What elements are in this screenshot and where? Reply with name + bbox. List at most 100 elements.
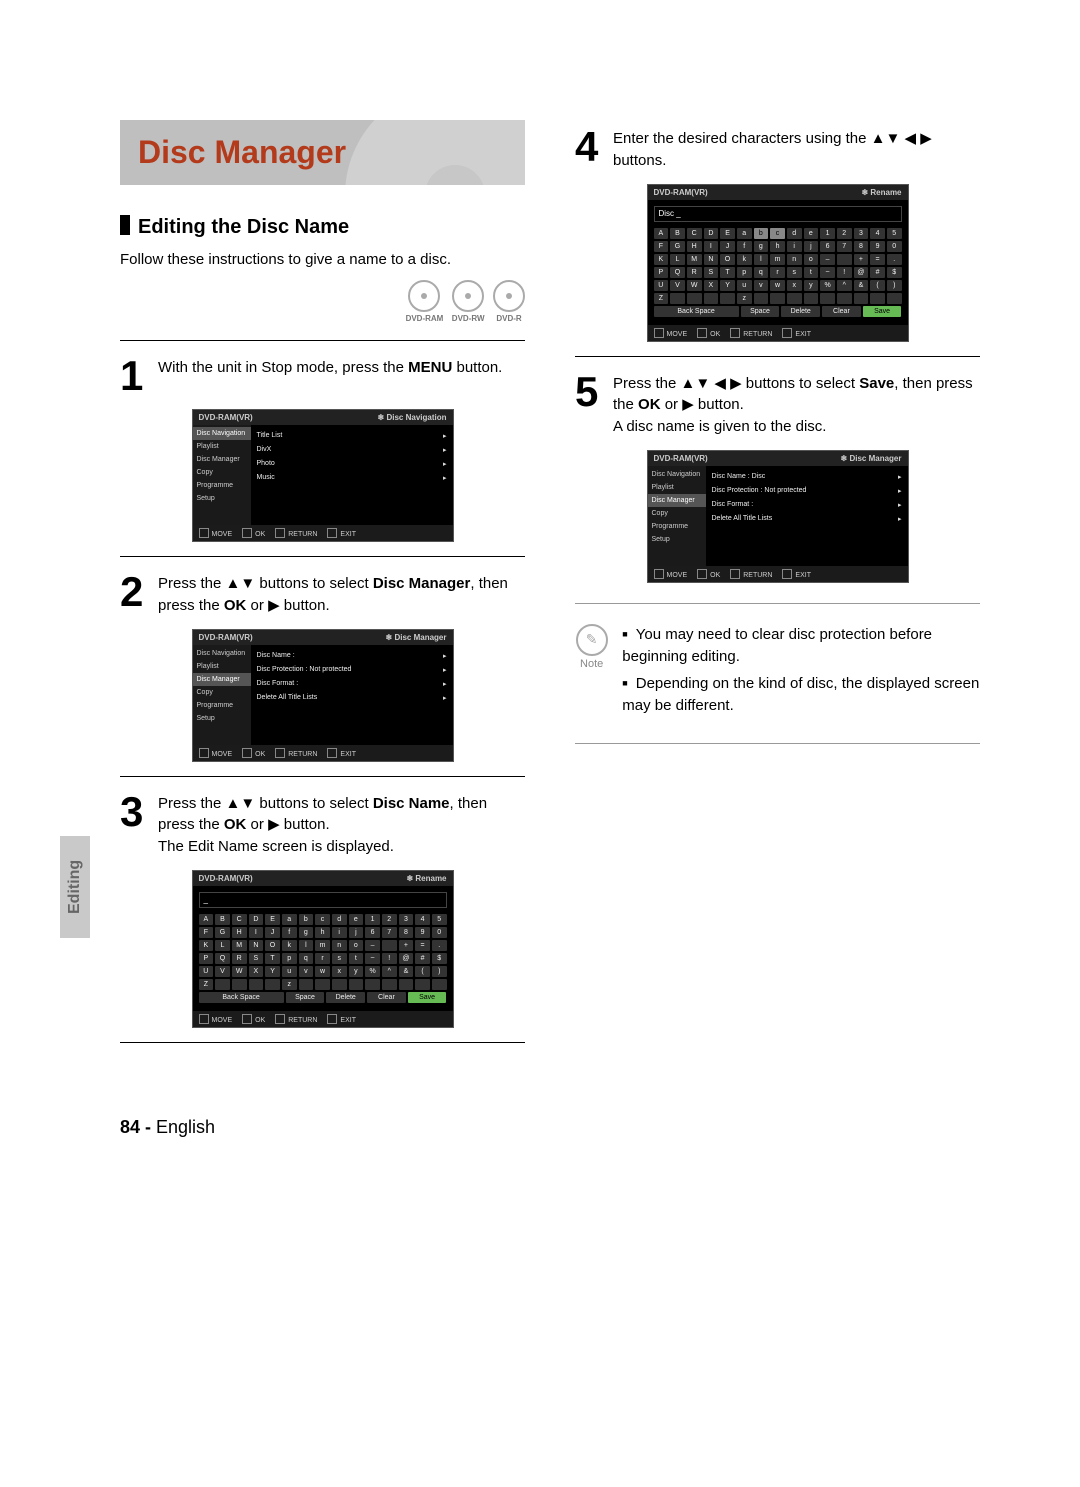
osd-key: . (432, 940, 447, 951)
step-5: 5 Press the ▲▼ ◀ ▶ buttons to select Sav… (575, 371, 980, 438)
osd-key: # (870, 267, 885, 278)
osd-side-item: Copy (193, 466, 251, 479)
osd-side-item: Disc Navigation (193, 647, 251, 660)
separator (120, 776, 525, 777)
osd-key: e (804, 228, 819, 239)
osd-key: Y (265, 966, 280, 977)
osd-key: U (199, 966, 214, 977)
osd-key: v (299, 966, 314, 977)
osd-key-backspace: Back Space (654, 306, 739, 317)
osd-key: $ (887, 267, 902, 278)
osd-key: & (399, 966, 414, 977)
osd-key (215, 979, 230, 990)
osd-key: r (315, 953, 330, 964)
osd-key: a (282, 914, 297, 925)
osd-key: 8 (854, 241, 869, 252)
osd-key: G (215, 927, 230, 938)
osd-key (670, 293, 685, 304)
step-3: 3 Press the ▲▼ buttons to select Disc Na… (120, 791, 525, 858)
badge-dvd-rw: DVD-RW (452, 280, 485, 323)
osd-key (415, 979, 430, 990)
osd-key (365, 979, 380, 990)
osd-key: o (804, 254, 819, 265)
step-number: 1 (120, 355, 150, 397)
osd-side-item: Copy (648, 507, 706, 520)
osd-key: p (282, 953, 297, 964)
osd-key: 3 (854, 228, 869, 239)
osd-key: 1 (365, 914, 380, 925)
osd-key: + (854, 254, 869, 265)
osd-key-delete: Delete (781, 306, 820, 317)
osd-key: c (770, 228, 785, 239)
osd-foot-move: MOVE (199, 528, 233, 538)
osd-key: W (687, 280, 702, 291)
osd-key: ( (870, 280, 885, 291)
osd-key: z (737, 293, 752, 304)
osd-key: G (670, 241, 685, 252)
osd-key: j (804, 241, 819, 252)
osd-key: – (820, 254, 835, 265)
osd-key: q (299, 953, 314, 964)
osd-key: Z (199, 979, 214, 990)
osd-key: w (315, 966, 330, 977)
osd-key (232, 979, 247, 990)
osd-key: U (654, 280, 669, 291)
osd-key: m (315, 940, 330, 951)
step-text: Enter the desired characters using the ▲… (613, 126, 980, 172)
osd-key: X (249, 966, 264, 977)
osd-key (399, 979, 414, 990)
osd-key: p (737, 267, 752, 278)
osd-key: H (232, 927, 247, 938)
badge-dvd-ram: DVD-RAM (406, 280, 444, 323)
osd-key: ^ (382, 966, 397, 977)
osd-key: z (282, 979, 297, 990)
osd-key: 0 (432, 927, 447, 938)
step-2: 2 Press the ▲▼ buttons to select Disc Ma… (120, 571, 525, 617)
osd-header: DVD-RAM(VR) (199, 413, 253, 422)
disc-art (345, 120, 525, 185)
osd-key: ) (432, 966, 447, 977)
osd-key: g (754, 241, 769, 252)
osd-key: A (199, 914, 214, 925)
osd-key: 7 (382, 927, 397, 938)
osd-key: R (232, 953, 247, 964)
osd-key: f (282, 927, 297, 938)
osd-header: DVD-RAM(VR) (199, 633, 253, 642)
osd-key (332, 979, 347, 990)
osd-key: ! (382, 953, 397, 964)
osd-key: 2 (382, 914, 397, 925)
osd-key: J (720, 241, 735, 252)
osd-key: N (704, 254, 719, 265)
osd-key: a (737, 228, 752, 239)
osd-key: S (704, 267, 719, 278)
osd-key: e (349, 914, 364, 925)
osd-key: F (654, 241, 669, 252)
osd-key: ! (837, 267, 852, 278)
osd-key: k (282, 940, 297, 951)
osd-key: t (349, 953, 364, 964)
osd-side-item: Playlist (648, 481, 706, 494)
osd-key: O (265, 940, 280, 951)
osd-key: I (704, 241, 719, 252)
osd-key: C (232, 914, 247, 925)
osd-key-save: Save (863, 306, 902, 317)
osd-key: s (332, 953, 347, 964)
osd-key: = (415, 940, 430, 951)
osd-key (754, 293, 769, 304)
osd-key: n (787, 254, 802, 265)
osd-key: D (704, 228, 719, 239)
osd-key: Y (720, 280, 735, 291)
osd-key (704, 293, 719, 304)
osd-key: W (232, 966, 247, 977)
osd-key (787, 293, 802, 304)
osd-rename-empty: DVD-RAM(VR) ❄ Rename _ ABCDEabcde12345FG… (192, 870, 454, 1028)
osd-key: o (349, 940, 364, 951)
osd-side-item: Disc Navigation (648, 468, 706, 481)
osd-key (870, 293, 885, 304)
step-text: Press the ▲▼ buttons to select Disc Name… (158, 791, 525, 858)
osd-key: 9 (415, 927, 430, 938)
osd-key: A (654, 228, 669, 239)
osd-key: d (787, 228, 802, 239)
note-item: You may need to clear disc protection be… (622, 624, 980, 668)
osd-key: ~ (365, 953, 380, 964)
